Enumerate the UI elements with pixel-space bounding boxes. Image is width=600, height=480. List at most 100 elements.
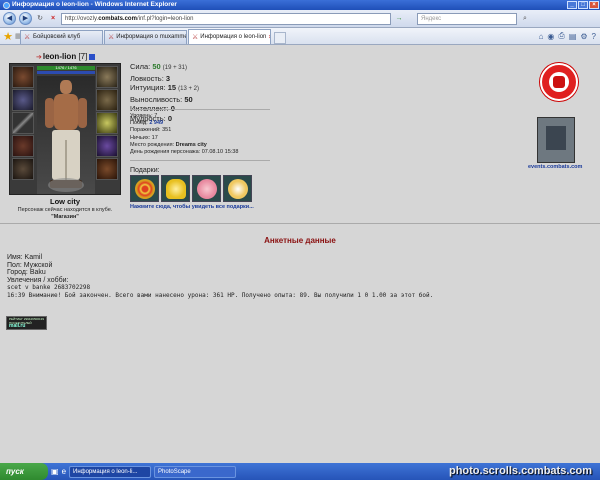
info-divider	[130, 160, 270, 161]
anketa-details: Имя: Kamil Пол: Мужской Город: Baku Увле…	[7, 254, 433, 300]
tab-fight-club[interactable]: ⚔ Бойцовский клуб	[20, 30, 103, 44]
help-icon[interactable]: ?	[592, 32, 596, 41]
private-message-icon[interactable]: ➔	[36, 54, 42, 61]
clan-emblem-icon[interactable]	[540, 63, 578, 101]
events-link[interactable]: events.combats.com	[528, 164, 582, 170]
amulet-slot[interactable]	[96, 89, 118, 111]
counter-logo: mail.ru	[9, 323, 26, 329]
search-input[interactable]: Яндекс	[417, 12, 517, 25]
mail-ru-counter[interactable]: РЕЙТИНГ 299429 ПОСЕТИТЕЛЕЙ 500139 mail.r…	[6, 316, 47, 330]
tools-menu-icon[interactable]: ⚙	[580, 32, 587, 41]
stop-icon[interactable]: ×	[48, 14, 58, 24]
window-title: Информация о leon-lion - Windows Interne…	[12, 1, 177, 8]
print-icon[interactable]: ⎙	[558, 31, 564, 41]
weapon-slot[interactable]	[12, 112, 34, 134]
window-titlebar: Информация о leon-lion - Windows Interne…	[0, 0, 600, 10]
shield-slot[interactable]	[96, 135, 118, 157]
url-path: /inf.pl?login=leon-lion	[136, 15, 194, 22]
home-icon[interactable]: ⌂	[539, 32, 544, 41]
minimize-button[interactable]: _	[567, 1, 577, 9]
anketa-title: Анкетные данные	[264, 236, 336, 245]
anketa-city: Город: Baku	[7, 269, 46, 277]
tab-label: Информация о muxammed	[116, 34, 187, 40]
target-gift-icon	[135, 179, 155, 199]
anketa-hobby-value: scet v banke 2683702298	[7, 284, 91, 292]
bell-gift-icon	[166, 179, 186, 199]
boots-slot[interactable]	[96, 158, 118, 180]
stat-strength: Сила: 50 (19 + 31)	[130, 62, 187, 71]
character-name: leon-lion	[42, 52, 77, 61]
tab-info-leon-lion[interactable]: ⚔Информация о leon-lion×	[188, 29, 271, 44]
tab-favicon-icon: ⚔	[192, 33, 199, 41]
gloves-slot[interactable]	[96, 112, 118, 134]
info-flag-icon[interactable]	[89, 53, 96, 60]
character-header: ➔leon-lion [7]	[36, 52, 96, 61]
ie-logo-icon	[3, 1, 10, 9]
stat-endurance: Выносливость: 50	[130, 94, 193, 104]
page-menu-icon[interactable]: ▤	[569, 32, 577, 41]
forward-button[interactable]: ▶	[19, 12, 32, 25]
gift-item[interactable]	[130, 175, 159, 202]
go-icon[interactable]: →	[394, 14, 404, 24]
info-birthday: День рождения персонажа: 07.08.10 15:38	[130, 149, 239, 156]
tab-close-icon[interactable]: ×	[268, 31, 270, 44]
tab-bar: ★ ▦ ⚔ Бойцовский клуб ⚔ Информация о muxam…	[0, 28, 600, 45]
tab-favicon-icon: ⚔	[108, 34, 115, 41]
address-bar: ◀ ▶ ↻ × http://ovozly.combats.com/inf.pl…	[0, 10, 600, 28]
gift-item[interactable]	[223, 175, 252, 202]
section-divider	[0, 223, 600, 224]
stat-intuition: Интуиция: 15 (13 + 2)	[130, 83, 200, 92]
start-button[interactable]: пуск	[0, 463, 48, 480]
character-level: [7]	[78, 52, 88, 61]
tab-info-muxammed[interactable]: ⚔ Информация о muxammed	[104, 30, 187, 44]
location-note: Персонаж сейчас находится в клубе.	[17, 207, 113, 213]
anketa-hobby-label: Увлечения / хобби:	[7, 276, 69, 284]
anketa-gender: Пол: Мужской	[7, 261, 53, 269]
mana-bar	[37, 71, 95, 74]
favorites-star-icon[interactable]: ★	[2, 30, 14, 44]
refresh-icon[interactable]: ↻	[35, 14, 45, 24]
gift-item[interactable]	[161, 175, 190, 202]
tab-label: Информация о leon-lion	[200, 33, 267, 40]
anketa-name: Имя: Kamil	[7, 254, 43, 261]
ie-quicklaunch-icon[interactable]: e	[62, 467, 66, 476]
close-button[interactable]: ×	[589, 1, 599, 9]
tab-list-icon[interactable]: ▦	[15, 30, 22, 44]
doll-gift-icon	[197, 179, 217, 199]
gift-item[interactable]	[192, 175, 221, 202]
earrings-slot[interactable]	[96, 66, 118, 88]
battle-log: 16:39 Внимание! Бой закончен. Всего вами…	[7, 291, 434, 299]
page-content: ➔leon-lion [7] 1476 / 1476 Low city Перс…	[0, 45, 600, 463]
bracer-slot[interactable]	[12, 89, 34, 111]
url-host: combats.com	[98, 15, 137, 22]
search-icon[interactable]: ⌕	[520, 14, 530, 24]
events-banner-icon[interactable]	[537, 117, 575, 163]
command-bar: ⌂ ◉ ⎙ ▤ ⚙ ?	[539, 28, 600, 44]
counter-right-text: 500139	[33, 317, 44, 321]
info-draws: Ничьих: 17	[130, 134, 158, 141]
armor-slot[interactable]	[12, 135, 34, 157]
gifts-title: Подарки:	[130, 167, 160, 174]
tab-label: Бойцовский клуб	[33, 34, 81, 40]
gifts-list	[130, 175, 252, 202]
character-portrait: 1476 / 1476	[9, 63, 121, 195]
window-controls: _ □ ×	[567, 1, 599, 9]
show-desktop-icon[interactable]: ▣	[51, 467, 59, 476]
pet-emblem-icon	[48, 178, 84, 192]
taskbar-item-ie[interactable]: Информация о leon-li...	[69, 465, 152, 478]
all-gifts-link[interactable]: Нажмите сюда, чтобы увидеть все подарки.…	[130, 204, 254, 210]
taskbar-item-photoscape[interactable]: PhotoScape	[154, 465, 237, 478]
back-button[interactable]: ◀	[3, 12, 16, 25]
helmet-slot[interactable]	[12, 66, 34, 88]
location-place: "Магазин"	[51, 214, 79, 220]
url-input[interactable]: http://ovozly.combats.com/inf.pl?login=l…	[61, 12, 391, 25]
maximize-button[interactable]: □	[578, 1, 588, 9]
stats-divider	[130, 109, 270, 110]
stat-agility: Ловкость: 3	[130, 73, 171, 83]
belt-slot[interactable]	[12, 158, 34, 180]
feeds-icon[interactable]: ◉	[547, 32, 554, 41]
hp-bar: 1476 / 1476	[37, 66, 95, 70]
tab-favicon-icon: ⚔	[24, 34, 31, 41]
new-tab-button[interactable]	[274, 32, 286, 44]
info-birthplace: Место рождения: Dreams city	[130, 141, 207, 148]
